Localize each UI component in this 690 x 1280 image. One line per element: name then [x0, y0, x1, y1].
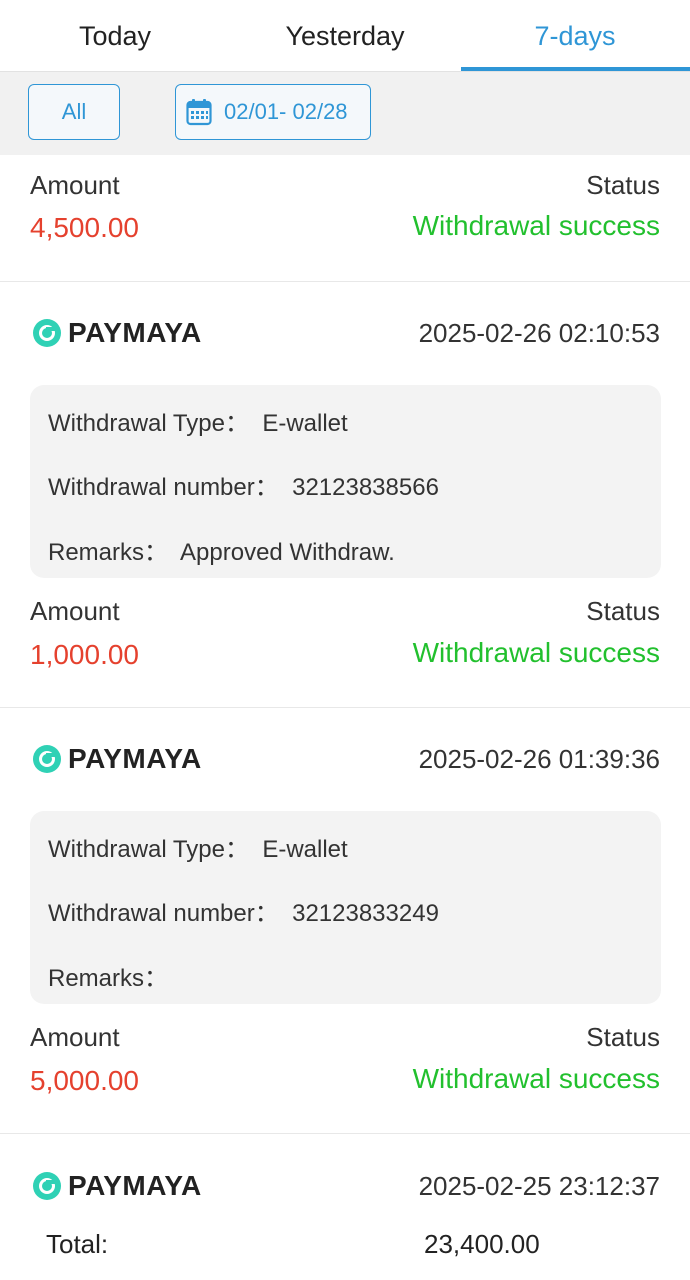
amount-value: 4,500.00 — [30, 212, 139, 243]
record-summary: Amount Status 1,000.00 Withdrawal succes… — [0, 596, 690, 676]
status-value: Withdrawal success — [412, 1063, 660, 1094]
date-range-label: 02/01- 02/28 — [224, 99, 348, 124]
remarks-row: Remarks： Approved Withdraw. — [48, 532, 395, 567]
withdrawal-type-value: E-wallet — [262, 836, 348, 863]
divider — [0, 1133, 690, 1134]
provider-name: PAYMAYA — [68, 743, 202, 774]
remarks-value: Approved Withdraw. — [180, 539, 395, 566]
record-datetime: 2025-02-25 23:12:37 — [418, 1171, 660, 1201]
record-header: PAYMAYA 2025-02-26 01:39:36 — [0, 740, 690, 780]
tab-today[interactable]: Today — [0, 0, 230, 72]
record-details: Withdrawal Type： E-wallet Withdrawal num… — [30, 811, 661, 1004]
total-summary: Total: 23,400.00 — [0, 1225, 690, 1269]
status-value: Withdrawal success — [412, 210, 660, 241]
withdrawal-type-label: Withdrawal Type： — [48, 836, 249, 863]
amount-label: Amount — [30, 170, 120, 200]
record-header: PAYMAYA 2025-02-25 23:12:37 — [0, 1167, 690, 1207]
record-details: Withdrawal Type： E-wallet Withdrawal num… — [30, 385, 661, 578]
record-summary: Amount Status 5,000.00 Withdrawal succes… — [0, 1022, 690, 1102]
total-label: Total: — [46, 1229, 109, 1259]
active-tab-indicator — [461, 67, 690, 71]
record-datetime: 2025-02-26 02:10:53 — [418, 318, 660, 348]
withdrawal-number-label: Withdrawal number： — [48, 900, 279, 927]
withdrawal-number-row: Withdrawal number： 32123838566 — [48, 467, 439, 502]
withdrawal-type-value: E-wallet — [262, 410, 348, 437]
divider — [0, 281, 690, 282]
paymaya-logo-icon — [32, 1171, 62, 1201]
provider-name: PAYMAYA — [68, 317, 202, 348]
status-label: Status — [586, 596, 660, 626]
tab-yesterday[interactable]: Yesterday — [230, 0, 460, 72]
withdrawal-number-value: 32123833249 — [292, 900, 439, 927]
calendar-icon — [186, 98, 212, 126]
amount-value: 5,000.00 — [30, 1065, 139, 1096]
amount-label: Amount — [30, 596, 120, 626]
amount-value: 1,000.00 — [30, 639, 139, 670]
remarks-label: Remarks： — [48, 965, 169, 992]
withdrawal-type-row: Withdrawal Type： E-wallet — [48, 403, 348, 438]
divider — [0, 707, 690, 708]
status-value: Withdrawal success — [412, 637, 660, 668]
status-label: Status — [586, 1022, 660, 1052]
withdrawal-type-label: Withdrawal Type： — [48, 410, 249, 437]
remarks-label: Remarks： — [48, 539, 169, 566]
date-range-button[interactable]: 02/01- 02/28 — [175, 84, 371, 140]
withdrawal-type-row: Withdrawal Type： E-wallet — [48, 829, 348, 864]
paymaya-logo-icon — [32, 318, 62, 348]
all-filter-button[interactable]: All — [28, 84, 120, 140]
withdrawal-number-value: 32123838566 — [292, 474, 439, 501]
paymaya-logo-icon — [32, 744, 62, 774]
amount-label: Amount — [30, 1022, 120, 1052]
status-label: Status — [586, 170, 660, 200]
record-header: PAYMAYA 2025-02-26 02:10:53 — [0, 314, 690, 354]
withdrawal-number-row: Withdrawal number： 32123833249 — [48, 893, 439, 928]
period-tabs: Today Yesterday 7-days — [0, 0, 690, 72]
provider-name: PAYMAYA — [68, 1170, 202, 1201]
filter-bar: All 02/01- 02/28 — [0, 72, 690, 155]
tab-7-days[interactable]: 7-days — [460, 0, 690, 72]
total-value: 23,400.00 — [424, 1229, 540, 1259]
record-datetime: 2025-02-26 01:39:36 — [418, 744, 660, 774]
record-summary-partial: Amount Status 4,500.00 Withdrawal succes… — [0, 170, 690, 250]
remarks-row: Remarks： — [48, 958, 181, 993]
withdrawal-number-label: Withdrawal number： — [48, 474, 279, 501]
